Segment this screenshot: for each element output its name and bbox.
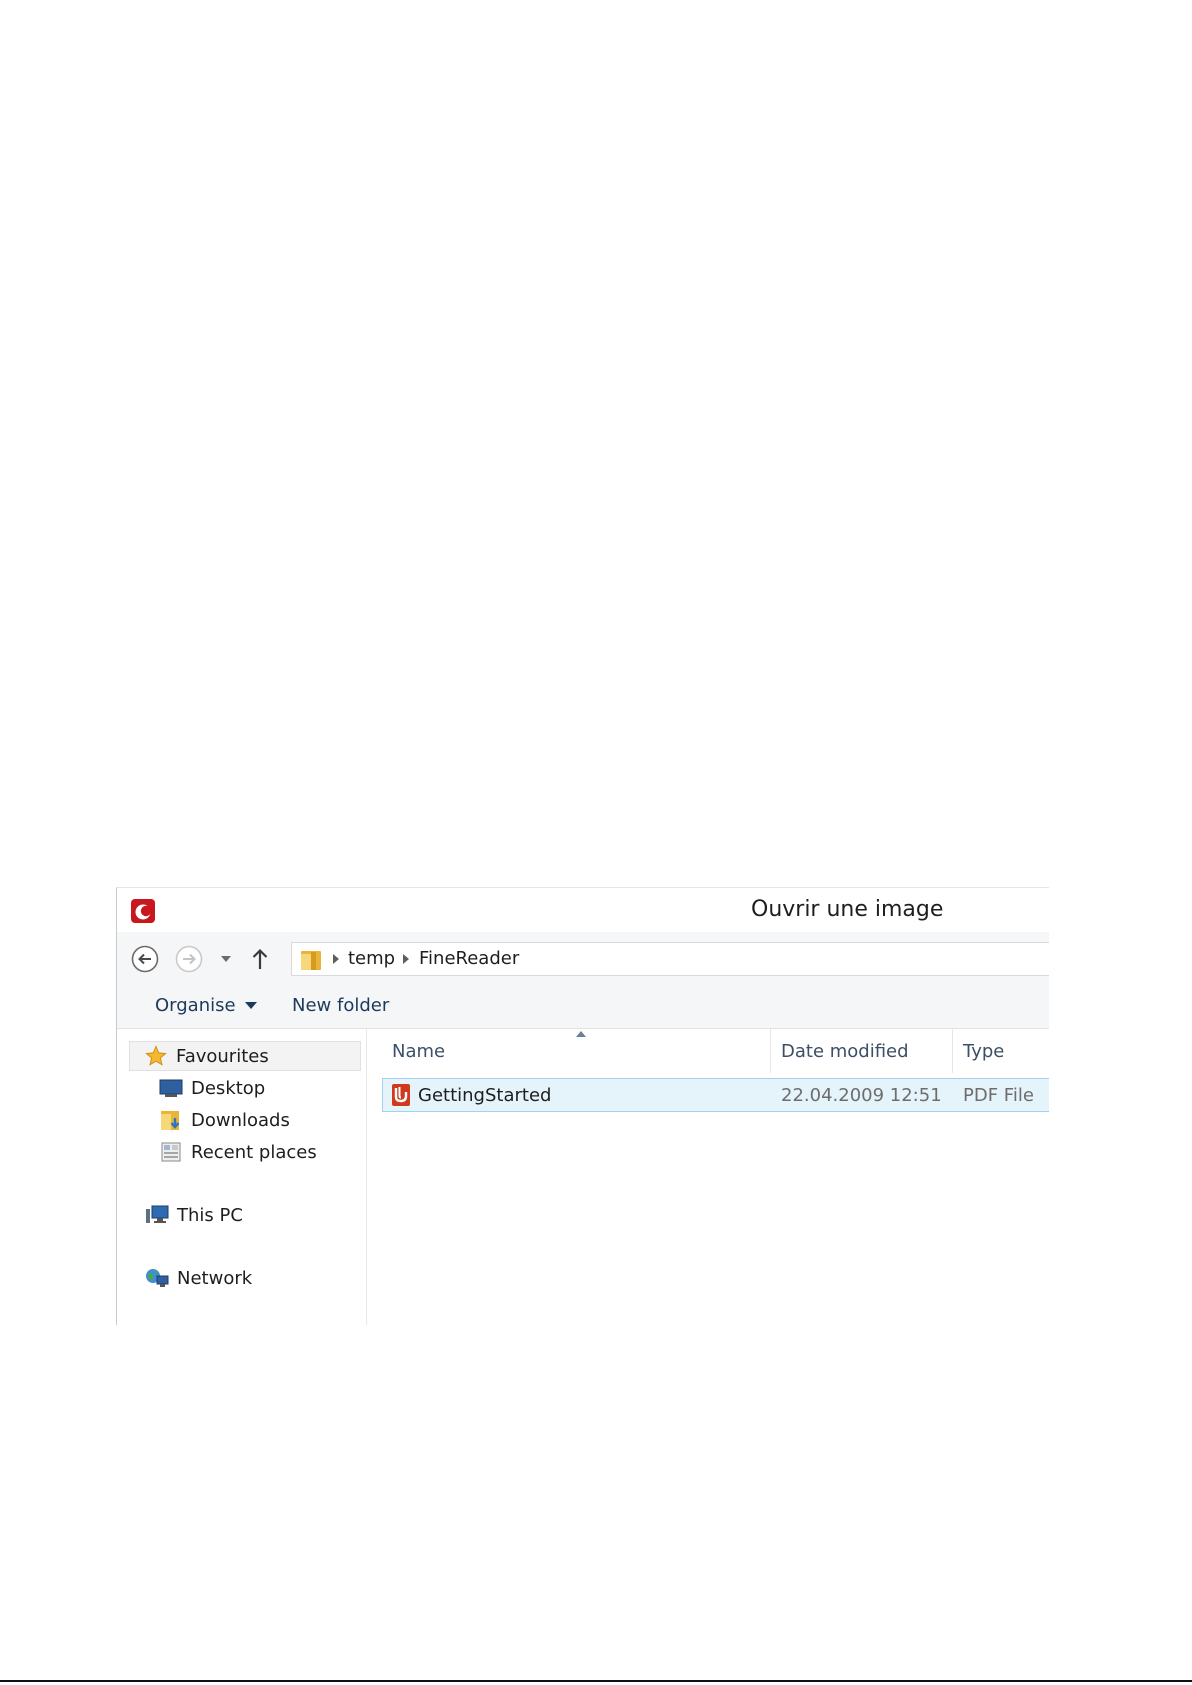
column-header-date-modified[interactable]: Date modified	[771, 1029, 953, 1073]
recent-places-icon	[159, 1140, 183, 1164]
pdf-file-icon	[392, 1084, 410, 1106]
sidebar-item-label: Downloads	[191, 1109, 290, 1131]
desktop-icon	[159, 1076, 183, 1100]
up-button[interactable]	[249, 945, 271, 973]
sidebar-item-favourites[interactable]: Favourites	[129, 1041, 361, 1071]
sidebar-item-label: Desktop	[191, 1077, 266, 1099]
sidebar-item-this-pc[interactable]: This PC	[145, 1200, 243, 1230]
star-icon	[144, 1044, 168, 1068]
dialog-title: Ouvrir une image	[751, 897, 944, 922]
network-icon	[145, 1266, 169, 1290]
breadcrumb-item-temp[interactable]: temp	[348, 948, 395, 969]
breadcrumb-separator-icon	[333, 954, 339, 964]
file-date-modified: 22.04.2009 12:51	[781, 1085, 942, 1106]
sidebar-item-label: Favourites	[176, 1045, 269, 1067]
caret-down-icon	[244, 1002, 257, 1009]
forward-arrow-icon	[175, 945, 203, 973]
back-button[interactable]	[131, 945, 159, 973]
sidebar-item-label: This PC	[177, 1204, 243, 1226]
sidebar-item-desktop[interactable]: Desktop	[159, 1073, 265, 1103]
sidebar-item-label: Recent places	[191, 1141, 317, 1163]
recent-locations-button[interactable]	[217, 945, 235, 973]
folder-icon	[301, 951, 321, 970]
command-toolbar: Organise New folder	[117, 982, 1049, 1029]
file-name: GettingStarted	[418, 1085, 552, 1106]
address-bar[interactable]: temp FineReader	[291, 942, 1049, 976]
sidebar-item-label: Network	[177, 1267, 253, 1289]
organise-label: Organise	[155, 995, 236, 1016]
column-header-type[interactable]: Type	[953, 1029, 1049, 1073]
abbyy-finereader-logo-icon	[131, 899, 155, 923]
sidebar-item-recent-places[interactable]: Recent places	[159, 1137, 317, 1167]
breadcrumb-separator-icon	[403, 954, 409, 964]
open-image-dialog: Ouvrir une image temp FineReader Organis…	[116, 887, 1049, 1325]
navigation-pane: Favourites Desktop Downloads Recent plac…	[117, 1029, 367, 1325]
new-folder-button[interactable]: New folder	[292, 995, 389, 1016]
file-row[interactable]: GettingStarted 22.04.2009 12:51 PDF File	[382, 1078, 1049, 1112]
computer-icon	[145, 1203, 169, 1227]
downloads-folder-icon	[159, 1108, 183, 1132]
organise-button[interactable]: Organise	[155, 995, 257, 1016]
chevron-down-icon	[221, 956, 231, 962]
up-arrow-icon	[252, 948, 268, 969]
sidebar-item-downloads[interactable]: Downloads	[159, 1105, 290, 1135]
back-arrow-icon	[131, 945, 159, 973]
forward-button[interactable]	[175, 945, 203, 973]
page-bottom-rule	[0, 1680, 1192, 1682]
sidebar-item-network[interactable]: Network	[145, 1263, 252, 1293]
navigation-row: temp FineReader	[117, 932, 1049, 982]
file-type: PDF File	[963, 1085, 1034, 1106]
column-header-name[interactable]: Name	[382, 1029, 771, 1073]
file-list: Name Date modified Type GettingStarted 2…	[367, 1029, 1049, 1325]
dialog-titlebar[interactable]: Ouvrir une image	[117, 888, 1049, 932]
breadcrumb-item-finereader[interactable]: FineReader	[419, 948, 519, 969]
